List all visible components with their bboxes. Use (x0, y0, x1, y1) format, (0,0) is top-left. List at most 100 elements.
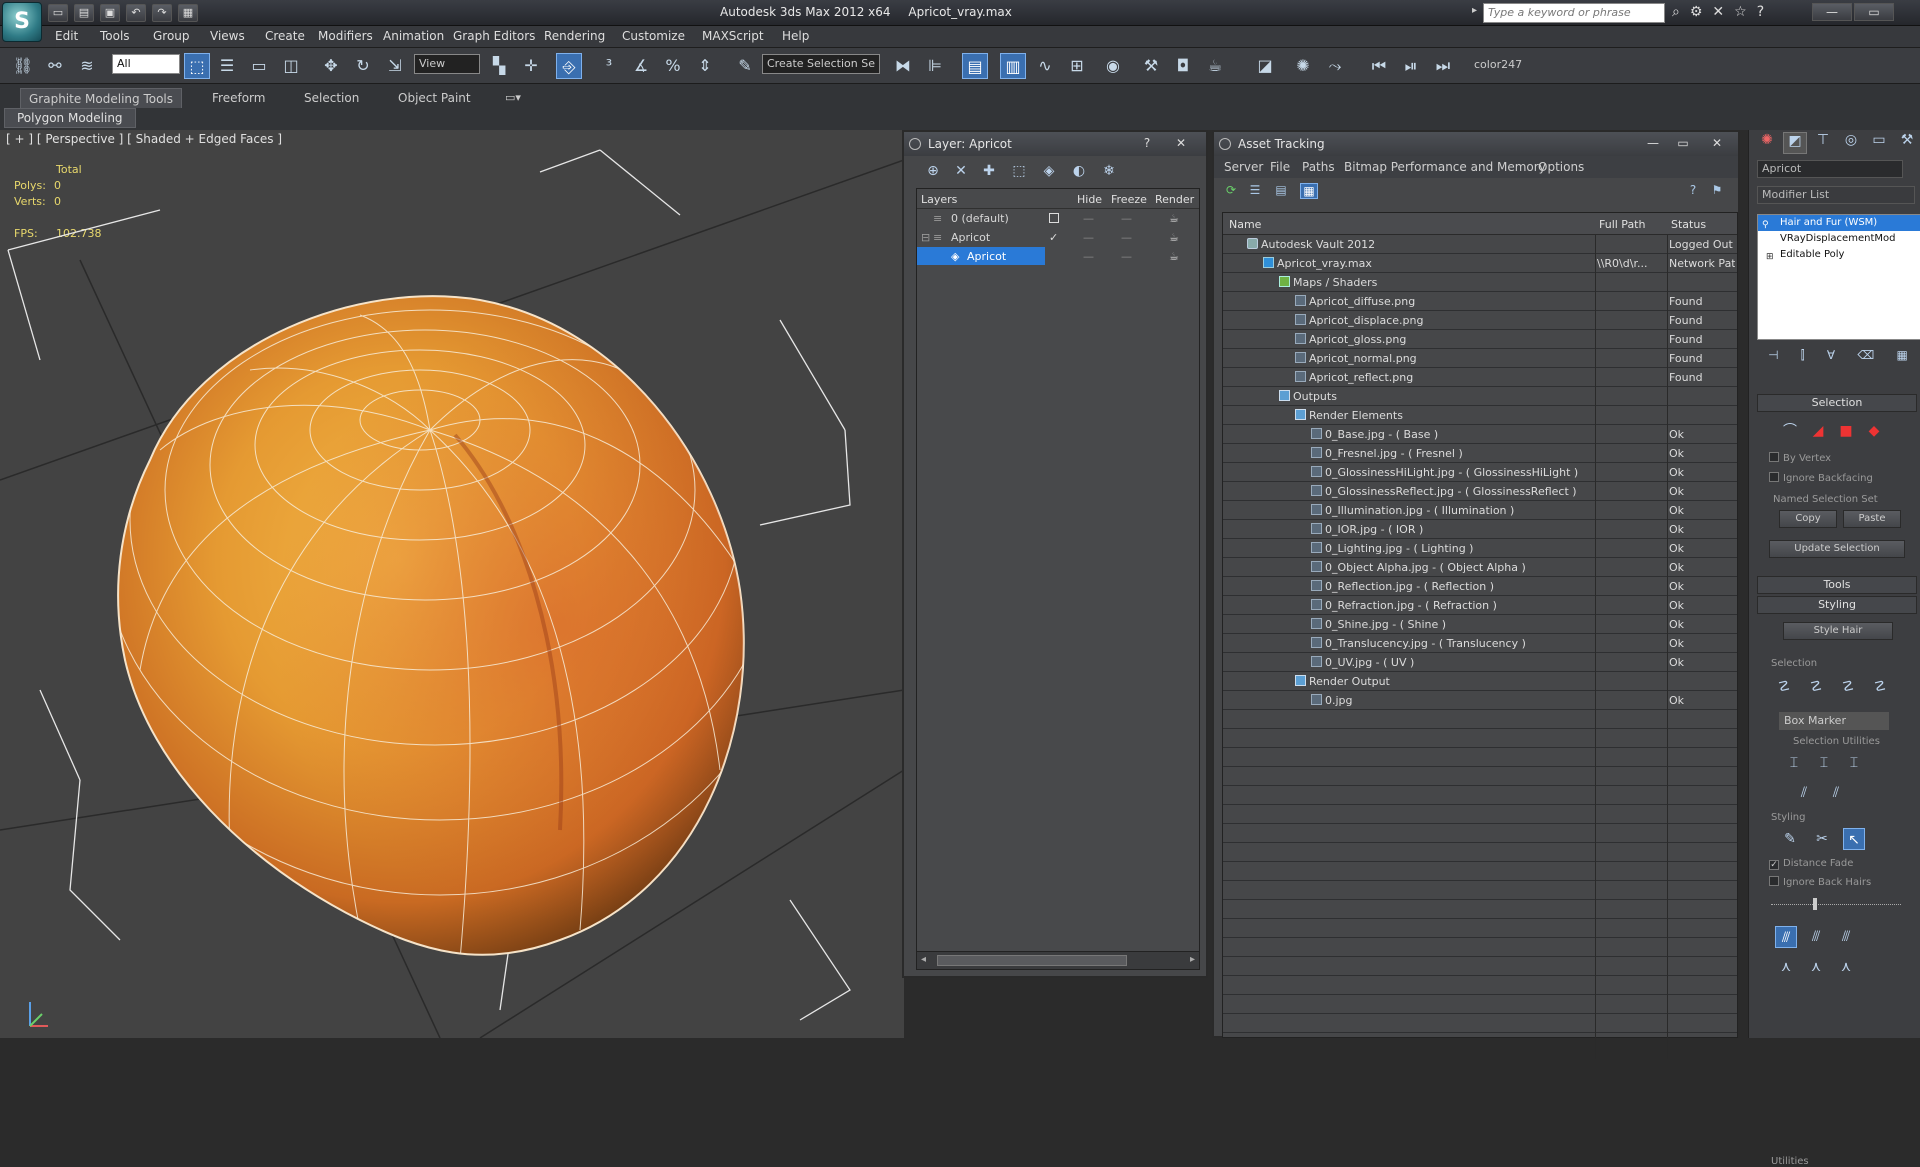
ribbon-options-icon[interactable]: ▭▾ (505, 91, 521, 104)
layer-close-button[interactable]: ✕ (1166, 134, 1196, 153)
show-hidden-icon[interactable]: ⫽ (1825, 782, 1847, 804)
pivot-center-icon[interactable]: ▚ (486, 53, 512, 79)
hide-toggle[interactable]: — (1083, 231, 1094, 244)
delete-layer-icon[interactable]: ✕ (950, 163, 972, 183)
menu-create[interactable]: Create (265, 29, 305, 43)
element-select-icon[interactable]: ◆ (1863, 420, 1885, 442)
ref-coord-dropdown[interactable]: View (414, 54, 480, 74)
update-selection-button[interactable]: Update Selection (1769, 540, 1905, 558)
graphite-toggle-icon[interactable]: ▥ (1000, 53, 1026, 79)
asset-menu-bitmap-performance[interactable]: Bitmap Performance and Memory (1344, 160, 1546, 174)
layer-manager-icon[interactable]: ▤ (962, 53, 988, 79)
hide-toggle[interactable]: — (1083, 250, 1094, 263)
col-status[interactable]: Status (1671, 218, 1706, 231)
select-highlighted-icon[interactable]: ⬚ (1008, 163, 1030, 183)
pin-stack-icon[interactable]: ⊣ (1768, 348, 1778, 370)
active-layer-checkbox[interactable] (1049, 213, 1059, 223)
scale-icon[interactable]: ⇲ (382, 53, 408, 79)
guides-select-icon[interactable]: ⌒ (1779, 420, 1801, 442)
mirror-icon[interactable]: ⧓ (890, 53, 916, 79)
scroll-right-icon[interactable]: ▸ (1190, 954, 1195, 965)
percent-snap-icon[interactable]: % (660, 53, 686, 79)
puff-roots-icon[interactable]: ⫻ (1835, 926, 1857, 948)
apricot-mesh[interactable] (75, 250, 805, 970)
select-manipulate-icon[interactable]: ✛ (518, 53, 544, 79)
expand-icon[interactable]: ⊞ (1766, 249, 1774, 265)
select-whole-strand-icon[interactable]: ☡ (1805, 676, 1827, 698)
asset-menu-paths[interactable]: Paths (1302, 160, 1335, 174)
play-animation-icon[interactable]: ⏯ (1398, 53, 1424, 79)
render-teapot-icon[interactable]: ☕ (1169, 212, 1179, 225)
layer-row[interactable]: ⊟ ≡ Apricot ✓ — — ☕ (917, 228, 1199, 247)
rotate-selection-icon[interactable]: ⌶ (1813, 752, 1835, 774)
highlight-selected-icon[interactable]: ◈ (1038, 163, 1060, 183)
asset-minimize-button[interactable]: — (1638, 134, 1668, 153)
object-name-field[interactable]: Apricot (1757, 160, 1903, 178)
angle-snap-icon[interactable]: ∡ (628, 53, 654, 79)
tab-freeform[interactable]: Freeform (204, 88, 273, 108)
undo-icon[interactable]: ↶ (126, 4, 146, 22)
create-tab-icon[interactable]: ✺ (1755, 132, 1779, 154)
link-icon[interactable]: ⛓ (10, 53, 36, 79)
scroll-thumb[interactable] (937, 955, 1127, 966)
modifier-list-dropdown[interactable]: Modifier List (1757, 186, 1915, 204)
render-setup-icon[interactable]: ⚒ (1138, 53, 1164, 79)
modifier-hair-and-fur[interactable]: ⚲ Hair and Fur (WSM) (1758, 215, 1920, 231)
window-crossing-icon[interactable]: ◫ (278, 53, 304, 79)
hair-cut-icon[interactable]: ✂ (1811, 828, 1833, 850)
menu-views[interactable]: Views (210, 29, 245, 43)
menu-customize[interactable]: Customize (622, 29, 685, 43)
style-hair-button[interactable]: Style Hair (1783, 622, 1893, 640)
select-vertices-icon[interactable]: ☡ (1837, 676, 1859, 698)
select-object-icon[interactable]: ⬚ (184, 53, 210, 79)
asset-row[interactable]: 0_Refraction.jpg - ( Refraction ) Ok (1223, 596, 1737, 615)
stand-hair-icon[interactable]: ⫻ (1805, 926, 1827, 948)
asset-row[interactable]: Apricot_reflect.png Found (1223, 368, 1737, 387)
unlink-icon[interactable]: ⚯ (42, 53, 68, 79)
asset-row[interactable]: Outputs (1223, 387, 1737, 406)
favorites-star-icon[interactable]: ☆ (1734, 4, 1747, 20)
asset-menu-server[interactable]: Server (1224, 160, 1263, 174)
bind-spacewarp-icon[interactable]: ≋ (74, 53, 100, 79)
expand-selection-icon[interactable]: ⌶ (1843, 752, 1865, 774)
col-freeze[interactable]: Freeze (1111, 193, 1147, 206)
asset-row[interactable]: 0_Translucency.jpg - ( Translucency ) Ok (1223, 634, 1737, 653)
curve-editor-icon[interactable]: ∿ (1032, 53, 1058, 79)
render-production-icon[interactable]: ☕ (1202, 53, 1228, 79)
tab-object-paint[interactable]: Object Paint (390, 88, 479, 108)
table-view-icon[interactable]: ▦ (1300, 183, 1318, 199)
vray-camera-icon[interactable]: ⤳ (1322, 53, 1348, 79)
invert-selection-icon[interactable]: ⌶ (1783, 752, 1805, 774)
modifier-editable-poly[interactable]: ⊞ Editable Poly (1758, 247, 1920, 263)
menu-help[interactable]: Help (782, 29, 809, 43)
create-layer-icon[interactable]: ⊕ (922, 163, 944, 183)
menu-maxscript[interactable]: MAXScript (702, 29, 764, 43)
expand-icon[interactable]: ⊟ (921, 231, 930, 244)
menu-tools[interactable]: Tools (100, 29, 130, 43)
tab-selection[interactable]: Selection (296, 88, 367, 108)
spinner-snap-icon[interactable]: ⇕ (692, 53, 718, 79)
hide-all-layers-icon[interactable]: ◐ (1068, 163, 1090, 183)
communication-icon[interactable]: ✕ (1712, 4, 1724, 20)
brush-size-slider[interactable] (1771, 898, 1901, 910)
asset-row[interactable]: Autodesk Vault 2012Logged Out ... (1223, 235, 1737, 254)
asset-menu-options[interactable]: Options (1538, 160, 1584, 174)
tools-rollout[interactable]: Tools (1757, 576, 1917, 594)
slider-thumb[interactable] (1813, 898, 1817, 910)
redo-icon[interactable]: ↷ (152, 4, 172, 22)
restore-button[interactable]: ▭ (1854, 3, 1894, 21)
asset-row[interactable]: 0_GlossinessHiLight.jpg - ( GlossinessHi… (1223, 463, 1737, 482)
open-file-icon[interactable]: ▤ (74, 4, 94, 22)
asset-row[interactable]: Apricot_gloss.png Found (1223, 330, 1737, 349)
details-view-icon[interactable]: ▤ (1272, 183, 1290, 199)
select-roots-icon[interactable]: ☡ (1869, 676, 1891, 698)
menu-graph-editors[interactable]: Graph Editors (453, 29, 535, 43)
layer-help-button[interactable]: ? (1132, 134, 1162, 153)
binoculars-icon[interactable]: ⌕ (1672, 4, 1680, 20)
selection-shape-dropdown[interactable]: Box Marker (1779, 712, 1889, 730)
current-layer-check[interactable]: ✓ (1049, 231, 1058, 244)
freeze-toggle[interactable]: — (1121, 212, 1132, 225)
asset-row[interactable]: Apricot_vray.max\\R0\d\r...Network Path (1223, 254, 1737, 273)
modify-tab-icon[interactable]: ◩ (1783, 132, 1807, 154)
rect-selection-icon[interactable]: ▭ (246, 53, 272, 79)
